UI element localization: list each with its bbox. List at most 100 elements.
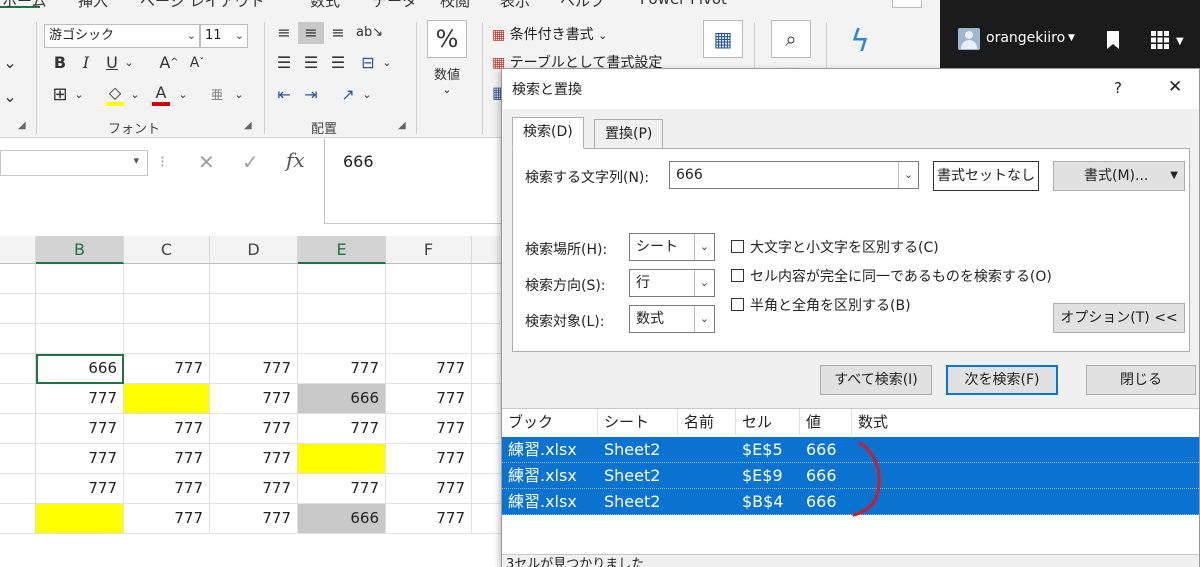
search-direction-select[interactable]: 行 ⌄	[629, 269, 715, 297]
cell-c[interactable]: 777	[124, 504, 210, 534]
chevron-down-icon[interactable]: ▼	[1176, 36, 1184, 47]
results-header-formula[interactable]: 数式	[852, 409, 1199, 435]
cell-b[interactable]: 777	[36, 384, 124, 414]
match-entire-cell-checkbox[interactable]: セル内容が完全に同一であるものを検索する(O)	[731, 266, 1052, 286]
text-direction-icon[interactable]: ↗	[336, 84, 360, 106]
orientation-icon[interactable]: ab↘	[356, 22, 383, 44]
cell-b[interactable]: 777	[36, 474, 124, 504]
results-header-sheet[interactable]: シート	[598, 409, 678, 435]
chevron-down-icon[interactable]: ⌄	[2, 86, 18, 108]
cell-f[interactable]: 777	[386, 474, 472, 504]
match-case-checkbox[interactable]: 大文字と小文字を区別する(C)	[731, 237, 939, 257]
tab-page-layout[interactable]: ページ レイアウト	[140, 0, 264, 8]
within-select[interactable]: シート ⌄	[629, 233, 715, 261]
border-icon[interactable]: ⊞	[48, 84, 72, 106]
insert-function-icon[interactable]: fx	[286, 148, 305, 172]
cell-d[interactable]: 777	[210, 384, 298, 414]
results-header-book[interactable]: ブック	[502, 409, 598, 435]
column-header-f[interactable]: F	[386, 236, 472, 264]
tab-view[interactable]: 表示	[500, 0, 530, 8]
cell-d[interactable]	[210, 324, 298, 354]
chevron-down-icon[interactable]: ⌄	[72, 84, 86, 106]
cell-b[interactable]: 777	[36, 444, 124, 474]
decrease-indent-icon[interactable]: ⇤	[272, 84, 296, 106]
cell-c[interactable]	[124, 264, 210, 294]
cell-d[interactable]: 777	[210, 444, 298, 474]
find-all-button[interactable]: すべて検索(I)	[820, 365, 932, 395]
chevron-down-icon[interactable]: ⌄	[128, 84, 142, 106]
tab-help[interactable]: ヘルプ	[560, 0, 605, 8]
cell-e[interactable]	[298, 264, 386, 294]
cell-b[interactable]	[36, 504, 124, 534]
results-header-cell[interactable]: セル	[736, 409, 800, 435]
grow-font-button[interactable]: A^	[156, 52, 182, 74]
results-header-value[interactable]: 値	[800, 409, 852, 435]
merge-cells-icon[interactable]: ⊟	[356, 52, 380, 74]
options-button[interactable]: オプション(T) <<	[1053, 303, 1185, 333]
cell-c[interactable]	[124, 294, 210, 324]
cell-e[interactable]	[298, 294, 386, 324]
chevron-down-icon[interactable]: ⌄	[232, 84, 246, 106]
number-format-button[interactable]: % 数値 ⌄	[422, 20, 472, 96]
cell-c[interactable]	[124, 384, 210, 414]
close-icon[interactable]: ✕	[1168, 77, 1182, 97]
cell-f[interactable]	[386, 264, 472, 294]
formula-input[interactable]: 666	[324, 138, 505, 224]
align-middle-icon[interactable]: ≡	[298, 22, 324, 44]
font-launcher-icon[interactable]: ◢	[244, 120, 252, 131]
apps-grid-icon[interactable]	[1150, 30, 1170, 50]
cell-f[interactable]	[386, 294, 472, 324]
font-size-combo[interactable]: 11 ⌄	[200, 24, 248, 48]
format-button[interactable]: 書式(M)... ▼	[1053, 161, 1185, 191]
italic-button[interactable]: I	[76, 52, 96, 74]
cell-f[interactable]	[386, 324, 472, 354]
row-header[interactable]	[0, 414, 36, 444]
fill-color-icon[interactable]: ◇	[104, 82, 126, 106]
chevron-down-icon[interactable]: ⌄	[898, 162, 918, 188]
find-next-button[interactable]: 次を検索(F)	[946, 365, 1058, 395]
ribbon-scroll-button[interactable]	[892, 0, 922, 8]
align-left-icon[interactable]: ☰	[272, 52, 296, 74]
cell-f[interactable]: 777	[386, 384, 472, 414]
row-header[interactable]	[0, 504, 36, 534]
cell-f[interactable]: 777	[386, 444, 472, 474]
chevron-down-icon[interactable]: ⌄	[360, 84, 374, 106]
confirm-icon[interactable]: ✓	[242, 150, 259, 174]
match-byte-checkbox[interactable]: 半角と全角を区別する(B)	[731, 295, 911, 315]
phonetic-guide-icon[interactable]: 亜	[206, 84, 228, 106]
cell-e[interactable]: 666	[298, 384, 386, 414]
cell-c[interactable]: 777	[124, 444, 210, 474]
cell-c[interactable]: 777	[124, 474, 210, 504]
tab-home[interactable]: ホーム	[2, 0, 47, 8]
cell-c[interactable]: 777	[124, 354, 210, 384]
tab-formulas[interactable]: 数式	[310, 0, 340, 8]
cell-b[interactable]	[36, 324, 124, 354]
font-name-combo[interactable]: 游ゴシック ⌄	[44, 24, 200, 48]
cell-f[interactable]: 777	[386, 354, 472, 384]
cell-b[interactable]: 777	[36, 414, 124, 444]
column-header-d[interactable]: D	[210, 236, 298, 264]
align-right-icon[interactable]: ☰	[326, 52, 350, 74]
cell-d[interactable]: 777	[210, 474, 298, 504]
chevron-down-icon[interactable]: ⌄	[2, 52, 18, 74]
find-what-input[interactable]: 666 ⌄	[669, 161, 919, 189]
avatar[interactable]	[958, 28, 980, 50]
tab-insert[interactable]: 挿入	[78, 0, 108, 8]
bold-button[interactable]: B	[50, 52, 70, 74]
cell-e[interactable]	[298, 444, 386, 474]
cell-b[interactable]	[36, 264, 124, 294]
row-header[interactable]	[0, 354, 36, 384]
help-button[interactable]: ?	[1114, 79, 1122, 97]
ideas-lightning-icon[interactable]: ϟ	[842, 22, 878, 62]
align-top-icon[interactable]: ≡	[272, 22, 296, 44]
tab-find[interactable]: 検索(D)	[512, 117, 584, 149]
cell-d[interactable]: 777	[210, 504, 298, 534]
increase-indent-icon[interactable]: ⇥	[298, 84, 324, 106]
cell-c[interactable]: 777	[124, 414, 210, 444]
name-box[interactable]: ▾	[0, 150, 148, 176]
close-button[interactable]: 閉じる	[1086, 365, 1196, 395]
look-in-select[interactable]: 数式 ⌄	[629, 305, 715, 333]
row-header[interactable]	[0, 384, 36, 414]
align-bottom-icon[interactable]: ≡	[326, 22, 350, 44]
tab-replace[interactable]: 置換(P)	[594, 119, 664, 149]
